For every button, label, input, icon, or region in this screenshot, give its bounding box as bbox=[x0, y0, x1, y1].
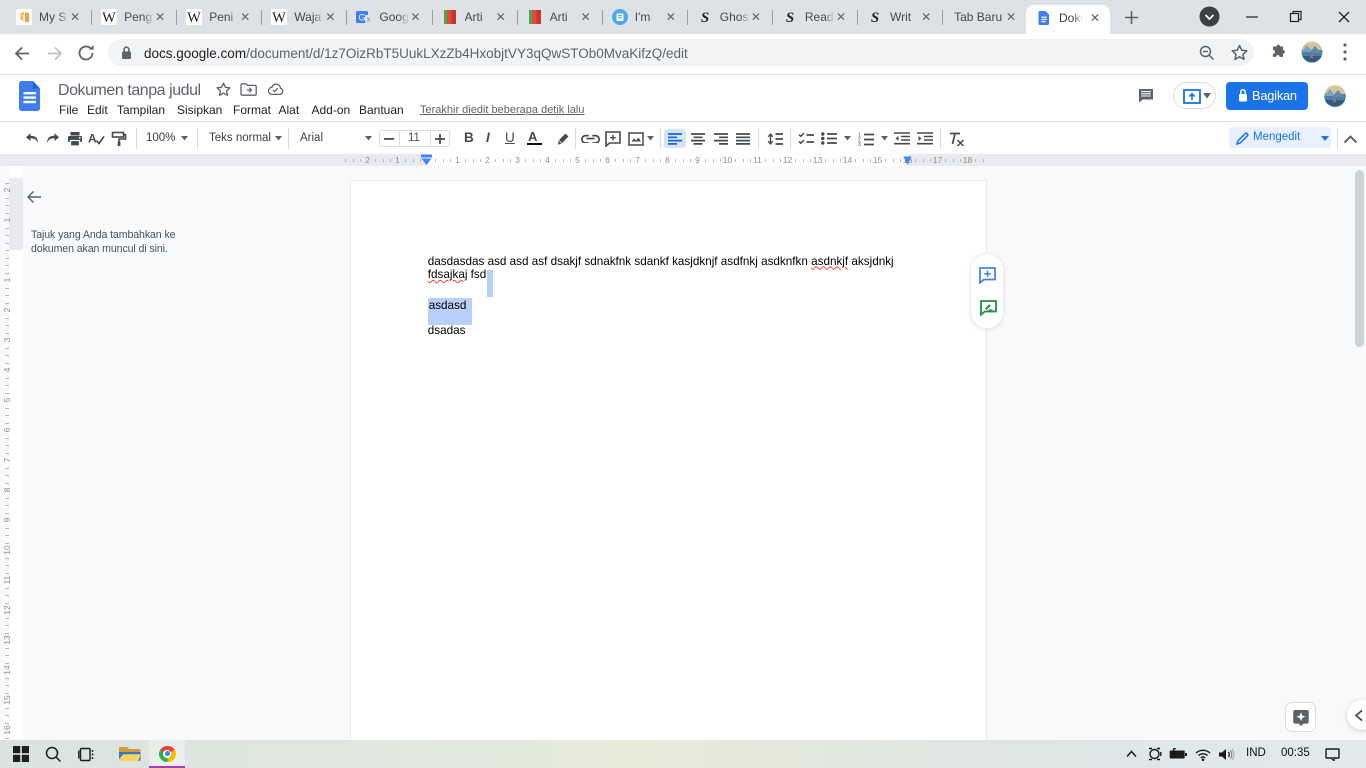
svg-text:S: S bbox=[871, 10, 879, 25]
svg-text:S: S bbox=[701, 10, 709, 25]
svg-text:A: A bbox=[88, 132, 97, 146]
svg-text:W: W bbox=[272, 10, 286, 25]
svg-text:G: G bbox=[359, 13, 366, 23]
svg-text:W: W bbox=[187, 10, 201, 25]
svg-text:W: W bbox=[102, 10, 116, 25]
svg-text:S: S bbox=[786, 10, 794, 25]
svg-text:3: 3 bbox=[858, 142, 861, 146]
svg-text:x: x bbox=[367, 17, 371, 24]
